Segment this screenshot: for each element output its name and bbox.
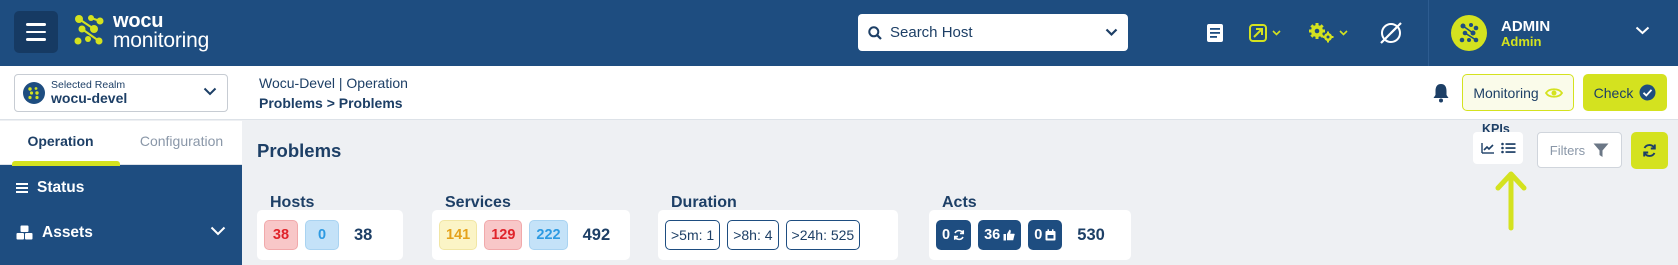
chevron-down-icon (210, 226, 226, 236)
acts-acknowledged[interactable]: 36 (978, 220, 1022, 250)
sound-toggle-button[interactable] (1378, 20, 1404, 46)
kpis-view-toggle[interactable] (1473, 132, 1523, 164)
realm-value: wocu-devel (51, 90, 128, 106)
documentation-button[interactable] (1206, 20, 1224, 46)
services-unknown-count[interactable]: 222 (529, 220, 568, 250)
settings-menu[interactable] (1309, 20, 1348, 46)
gears-icon (1309, 23, 1334, 43)
realm-icon (23, 82, 45, 104)
breadcrumb-path[interactable]: Problems > Problems (259, 95, 403, 111)
user-name: ADMIN (1501, 17, 1551, 35)
filters-button[interactable]: Filters (1537, 132, 1622, 168)
acts-recheck[interactable]: 0 (936, 220, 972, 250)
thumbs-up-icon (1003, 229, 1015, 241)
kpi-acts-box: 0 36 0 530 (929, 210, 1131, 260)
wocu-avatar-icon (1459, 23, 1479, 43)
chevron-down-icon (1272, 30, 1281, 36)
chevron-down-icon (1105, 28, 1118, 37)
duration-5m[interactable]: >5m: 1 (665, 220, 721, 250)
check-circle-icon (1639, 84, 1656, 101)
sidebar-tabs: Operation Configuration (0, 121, 242, 166)
bell-icon[interactable] (1432, 83, 1450, 103)
hosts-unreachable-count[interactable]: 0 (305, 220, 339, 250)
book-icon (1207, 24, 1223, 42)
hamburger-menu-button[interactable] (14, 11, 58, 53)
check-label: Check (1593, 84, 1634, 101)
kpi-duration: Duration >5m: 1 >8h: 4 >24h: 525 (658, 194, 898, 260)
filters-label: Filters (1549, 142, 1586, 158)
services-critical-count[interactable]: 129 (484, 220, 523, 250)
sidebar-item-status[interactable]: Status (0, 165, 242, 210)
hosts-total: 38 (354, 225, 373, 244)
user-menu[interactable]: ADMIN Admin (1428, 0, 1678, 66)
eye-icon (1544, 87, 1563, 98)
wocu-logo-icon (74, 15, 104, 45)
kpi-services: Services 141 129 222 492 (432, 194, 630, 260)
user-role: Admin (1501, 33, 1542, 49)
context-bar: Selected Realm wocu-devel Wocu-Devel | O… (0, 66, 1678, 120)
kpi-acts: Acts 0 36 0 530 (929, 194, 1131, 260)
kpi-hosts: Hosts 38 0 38 (257, 194, 403, 260)
refresh-icon (954, 229, 965, 241)
chevron-down-icon (1339, 30, 1348, 36)
kpi-services-box: 141 129 222 492 (432, 210, 630, 260)
list-icon[interactable] (1500, 142, 1516, 154)
mute-gauge-icon (1380, 22, 1402, 44)
kpi-hosts-box: 38 0 38 (257, 210, 403, 260)
wocu-logo[interactable]: wocu monitoring (73, 11, 210, 52)
refresh-icon (1643, 144, 1656, 157)
search-host-select[interactable]: Search Host (858, 14, 1128, 51)
logo-line-2: monitoring (113, 29, 210, 52)
filter-icon (1593, 143, 1609, 157)
sidebar-item-label: Status (37, 178, 85, 196)
calendar-icon (1045, 229, 1056, 241)
hosts-down-count[interactable]: 38 (264, 220, 298, 250)
check-button[interactable]: Check (1583, 74, 1667, 111)
sidebar: Operation Configuration Status Assets (0, 121, 242, 265)
monitoring-label: Monitoring (1473, 84, 1539, 101)
search-icon (868, 25, 882, 40)
breadcrumb-context[interactable]: Wocu-Devel | Operation (259, 75, 408, 91)
search-placeholder: Search Host (890, 24, 973, 41)
chevron-down-icon (203, 87, 217, 96)
sidebar-item-label: Assets (42, 223, 93, 241)
tab-configuration[interactable]: Configuration (121, 121, 242, 164)
refresh-button[interactable] (1631, 132, 1668, 169)
sidebar-item-assets[interactable]: Assets (0, 210, 242, 255)
external-link-menu[interactable] (1248, 20, 1281, 46)
external-link-icon (1249, 24, 1267, 42)
duration-8h[interactable]: >8h: 4 (727, 220, 779, 250)
top-navbar: wocu monitoring Search Host ADMIN Admin (0, 0, 1678, 66)
cubes-icon (16, 225, 33, 240)
kpi-duration-box: >5m: 1 >8h: 4 >24h: 525 (658, 210, 898, 260)
monitoring-button[interactable]: Monitoring (1462, 74, 1574, 111)
user-avatar (1451, 15, 1487, 51)
duration-24h[interactable]: >24h: 525 (785, 220, 861, 250)
tab-operation[interactable]: Operation (0, 121, 121, 164)
chart-icon[interactable] (1480, 142, 1495, 154)
acts-recheck-count: 0 (942, 227, 951, 243)
list-icon (16, 182, 28, 193)
acts-total: 530 (1077, 225, 1105, 244)
realm-selector[interactable]: Selected Realm wocu-devel (14, 74, 228, 112)
acts-downtime[interactable]: 0 (1028, 220, 1063, 250)
services-warning-count[interactable]: 141 (439, 220, 478, 250)
services-total: 492 (582, 225, 611, 244)
annotation-arrow-icon (1495, 171, 1527, 231)
chevron-down-icon (1635, 26, 1650, 35)
page-title: Problems (257, 140, 342, 161)
acts-ack-count: 36 (984, 227, 1001, 243)
acts-downtime-count: 0 (1034, 227, 1043, 243)
logo-text: wocu monitoring (113, 11, 210, 52)
